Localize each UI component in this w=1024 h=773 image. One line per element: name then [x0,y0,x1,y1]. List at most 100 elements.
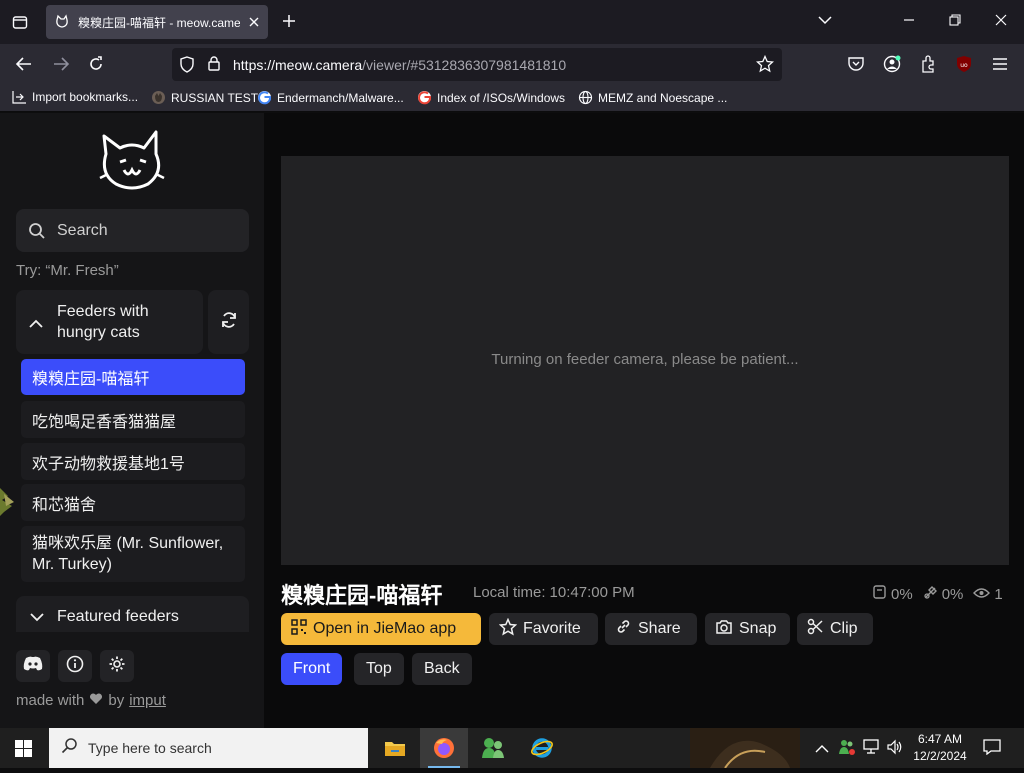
menu-icon[interactable] [992,57,1008,71]
feeders-group-toggle[interactable]: Feeders with hungry cats [16,290,203,354]
clock-time: 6:47 AM [917,732,963,746]
clip-button[interactable]: Clip [797,613,873,645]
camera-tab-label: Back [424,660,460,677]
refresh-button[interactable] [208,290,249,354]
snap-button[interactable]: Snap [705,613,790,645]
share-button[interactable]: Share [605,613,697,645]
globe-icon [578,90,593,105]
volume-icon[interactable] [886,739,904,760]
tab-list-chevron-icon[interactable] [818,15,832,25]
local-time-label: Local time: [473,584,546,601]
pocket-icon[interactable] [847,55,865,73]
bookmark-import[interactable]: Import bookmarks... [12,90,138,104]
food-percent: 0% [891,585,913,603]
search-input[interactable]: Search [16,209,249,252]
bookmarks-toolbar: Import bookmarks... RUSSIAN TEST Enderma… [0,86,1024,112]
camera-back-tab[interactable]: Back [412,653,472,685]
desktop-plant-icon [0,482,20,523]
forward-icon[interactable] [52,56,70,72]
lock-icon[interactable] [207,55,221,72]
feeder-item[interactable]: 和芯猫舍 [21,484,245,521]
bookmark-isos[interactable]: Index of /ISOs/Windows [417,90,565,105]
bookmark-memz[interactable]: MEMZ and Noescape ... [578,90,727,105]
imput-link[interactable]: imput [129,692,166,709]
gear-icon [108,655,126,678]
svg-text:uo: uo [960,62,968,69]
feeder-item[interactable]: 猫咪欢乐屋 (Mr. Sunflower, Mr. Turkey) [21,526,245,582]
star-icon[interactable] [756,55,774,73]
shield-icon[interactable] [179,56,195,73]
url-path: /viewer/#5312836307981481810 [362,57,567,73]
list-all-tabs-icon[interactable] [12,14,28,30]
camera-tab-label: Top [366,660,392,677]
notifications-icon[interactable] [983,739,1001,760]
import-icon [12,91,26,104]
clock-date: 12/2/2024 [913,749,967,763]
taskbar-search[interactable]: Type here to search [49,728,368,768]
meow-camera-logo[interactable] [98,130,166,197]
google-icon [418,91,432,105]
settings-button[interactable] [100,650,134,682]
viewer-status: Turning on feeder camera, please be pati… [491,351,799,368]
footer-by-text: by [108,692,125,709]
url-text[interactable]: https://meow.camera/viewer/#531283630798… [233,57,566,73]
feeder-item-label: 和芯猫舍 [32,496,97,514]
restore-icon[interactable] [949,14,961,26]
bookmark-label: MEMZ and Noescape ... [598,90,728,105]
windows-start-icon[interactable] [15,740,32,762]
ublock-icon[interactable]: uo [955,55,973,73]
feeder-item[interactable]: 糗糗庄园-喵福轩 [21,359,245,395]
tray-app-icon[interactable] [838,738,856,761]
feeder-item[interactable]: 欢子动物救援基地1号 [21,443,245,480]
account-icon[interactable] [883,55,901,73]
favorite-button[interactable]: Favorite [489,613,598,645]
bookmark-endermanch[interactable]: Endermanch/Malware... [257,90,404,105]
network-icon[interactable] [862,739,880,760]
extensions-icon[interactable] [920,55,937,73]
internet-explorer-icon[interactable] [530,736,554,765]
featured-title: Featured feeders [57,608,179,625]
firefox-icon [433,737,455,764]
footer-made-text: made with [16,692,85,709]
favorite-label: Favorite [523,620,581,637]
bookmark-label: Import bookmarks... [32,90,139,104]
new-tab-icon[interactable] [282,14,296,28]
search-icon [61,737,78,759]
firefox-taskbar-button[interactable] [420,728,468,768]
featured-feeders-toggle[interactable]: Featured feeders [16,596,249,632]
local-time-value: 10:47:00 PM [549,584,635,601]
info-button[interactable] [58,650,92,682]
discord-button[interactable] [16,650,50,682]
feeder-item-label: 糗糗庄园-喵福轩 [32,371,150,388]
qr-code-icon [291,618,307,640]
scissors-icon [807,618,824,640]
google-icon [258,91,272,105]
file-explorer-icon[interactable] [384,738,406,763]
camera-icon [715,619,733,640]
bookmark-label: Endermanch/Malware... [277,90,404,105]
camera-top-tab[interactable]: Top [354,653,404,685]
food-icon [872,584,887,604]
feeder-item[interactable]: 吃饱喝足香香猫猫屋 [21,401,245,438]
clip-label: Clip [830,620,858,637]
bookmark-russian-test[interactable]: RUSSIAN TEST [151,90,258,105]
show-hidden-icons-chevron-icon[interactable] [815,741,829,759]
camera-viewer[interactable]: Turning on feeder camera, please be pati… [281,156,1009,565]
browser-tab[interactable]: 糗糗庄园-喵福轩 - meow.camera [46,5,268,39]
taskbar-clock[interactable]: 6:47 AM 12/2/2024 [910,731,970,765]
snap-label: Snap [739,620,777,637]
messenger-icon[interactable] [480,736,506,765]
reload-icon[interactable] [88,56,104,72]
search-icon [28,222,46,245]
tab-bar: 糗糗庄园-喵福轩 - meow.camera [0,0,1024,44]
minimize-icon[interactable] [903,14,915,26]
feeder-item-label: 吃饱喝足香香猫猫屋 [32,413,177,431]
back-icon[interactable] [15,56,33,72]
open-app-button[interactable]: Open in JieMao app [281,613,481,645]
battery-percent: 0% [941,585,964,603]
camera-front-tab[interactable]: Front [281,653,343,685]
open-app-label: Open in JieMao app [313,620,457,637]
local-time: Local time: 10:47:00 PM [473,584,635,601]
close-tab-icon[interactable] [248,16,260,28]
close-window-icon[interactable] [995,14,1007,26]
